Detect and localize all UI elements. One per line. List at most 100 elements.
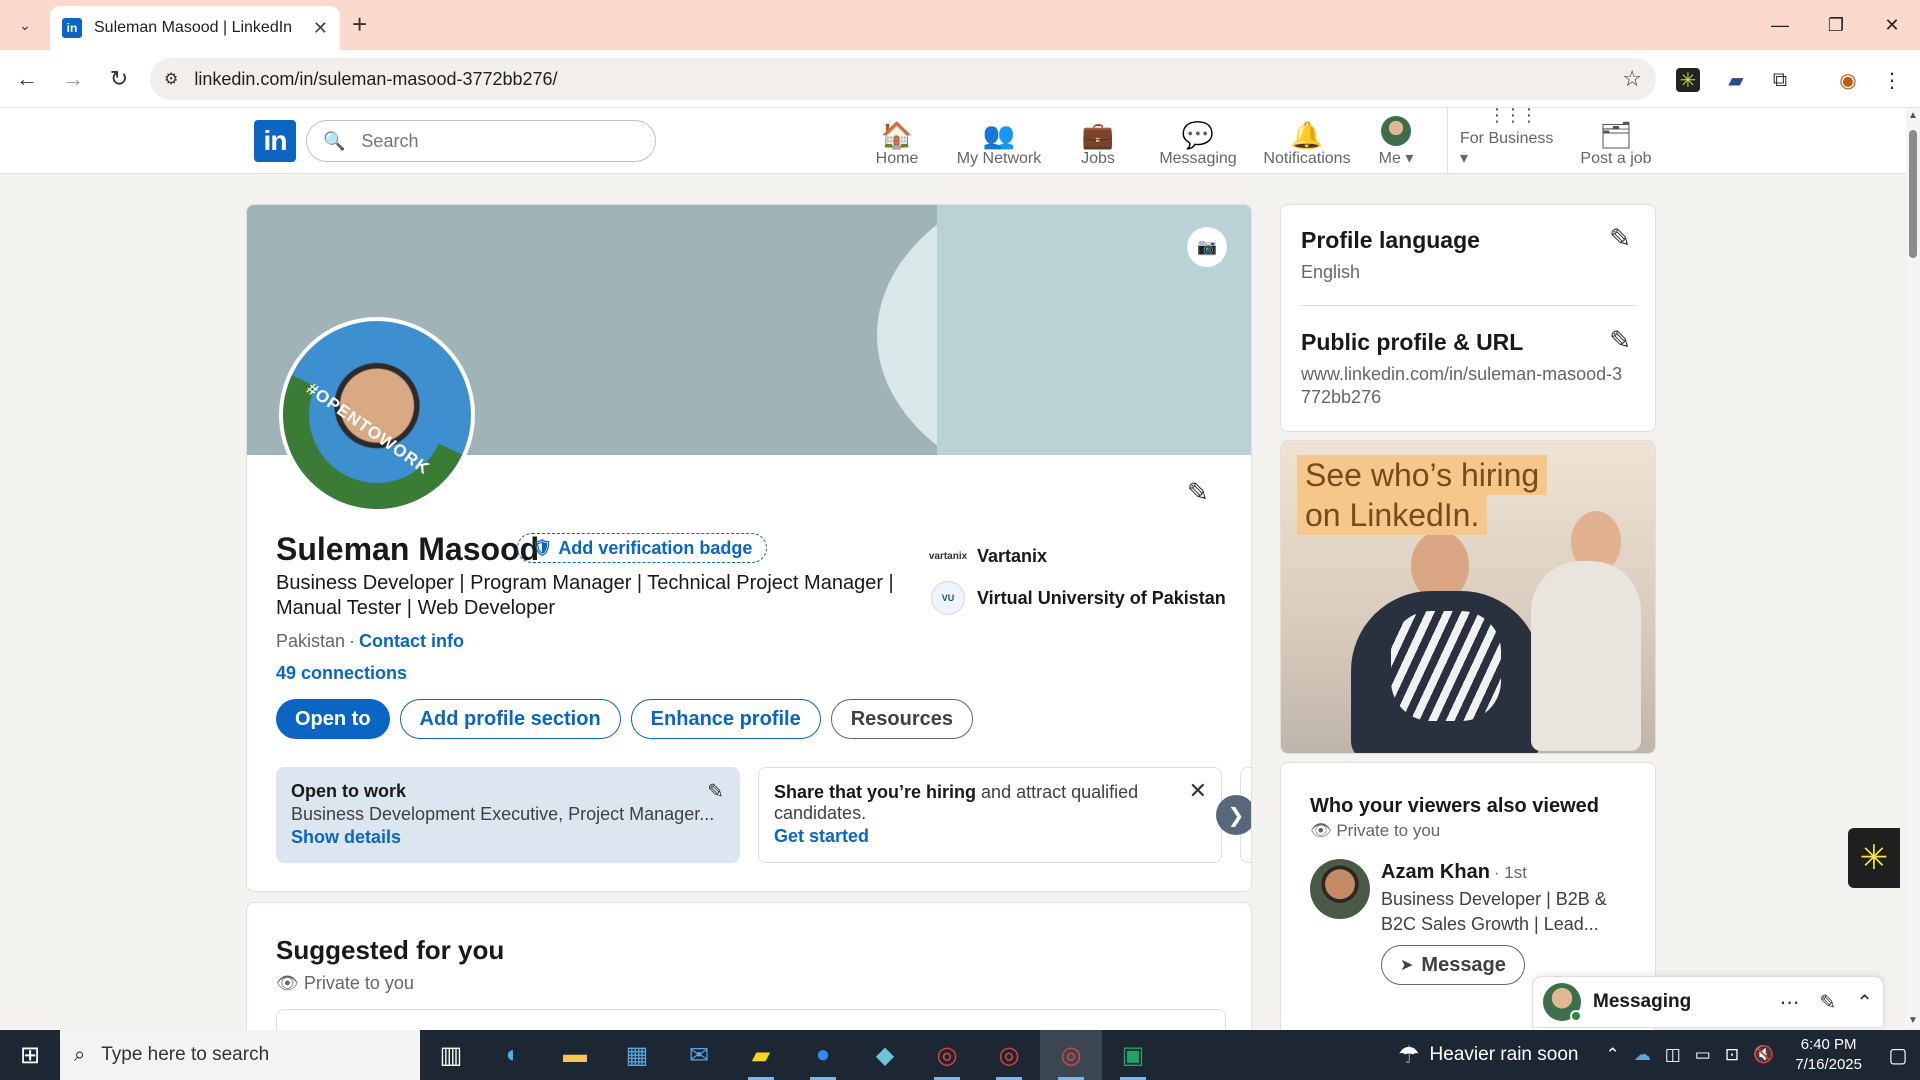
extension-spark-icon[interactable]: ✳ bbox=[1676, 68, 1700, 92]
chevron-up-icon[interactable]: ⌃ bbox=[1856, 990, 1873, 1015]
forward-icon[interactable]: → bbox=[58, 64, 88, 94]
nav-jobs[interactable]: 💼 Jobs bbox=[1076, 116, 1120, 168]
browser-menu-icon[interactable]: ⋮ bbox=[1878, 66, 1906, 94]
open-to-work-box: Open to work Business Development Execut… bbox=[276, 767, 740, 863]
nav-messaging[interactable]: 💬 Messaging bbox=[1156, 116, 1240, 168]
open-to-button[interactable]: Open to bbox=[276, 699, 390, 739]
extension-spark-widget-icon[interactable]: ✳ bbox=[1848, 828, 1900, 888]
close-icon[interactable]: ✕ bbox=[1189, 778, 1207, 804]
viewer-name-line[interactable]: Azam Khan · 1st bbox=[1381, 861, 1527, 884]
microsoft-store-icon[interactable]: ▦ bbox=[606, 1030, 668, 1080]
public-profile-title: Public profile & URL bbox=[1301, 329, 1524, 355]
camera-icon[interactable]: ◫ bbox=[1665, 1045, 1681, 1065]
chevron-up-icon[interactable]: ⌃ bbox=[1605, 1045, 1619, 1065]
scroll-up-icon[interactable]: ▲ bbox=[1908, 110, 1918, 121]
extensions-puzzle-icon[interactable]: ⧉ bbox=[1766, 66, 1794, 94]
linkedin-favicon-icon: in bbox=[62, 18, 82, 38]
site-info-icon[interactable]: ⚙ bbox=[164, 69, 178, 89]
nav-post-a-job[interactable]: 🗂 Post a job bbox=[1580, 116, 1652, 168]
add-profile-section-button[interactable]: Add profile section bbox=[399, 699, 621, 739]
show-details-link[interactable]: Show details bbox=[291, 827, 725, 848]
nav-home[interactable]: 🏠 Home bbox=[872, 116, 922, 168]
browser-tab[interactable]: in Suleman Masood | LinkedIn ✕ bbox=[50, 6, 340, 50]
current-company[interactable]: vartanix Vartanix bbox=[929, 539, 1047, 573]
avatar[interactable] bbox=[1310, 859, 1370, 919]
search-bar[interactable]: 🔍 bbox=[306, 120, 656, 162]
onedrive-icon[interactable]: ☁ bbox=[1634, 1045, 1651, 1065]
weather-widget[interactable]: ☂ Heavier rain soon bbox=[1398, 1041, 1578, 1070]
profile-photo[interactable]: #OPENTOWORK bbox=[279, 317, 475, 513]
add-verification-badge-button[interactable]: 🛡 Add verification badge bbox=[517, 533, 768, 563]
compose-icon[interactable]: ✎ bbox=[1819, 990, 1836, 1015]
chrome-icon[interactable]: ◎ bbox=[978, 1030, 1040, 1080]
task-view-icon[interactable]: ▥ bbox=[420, 1030, 482, 1080]
profile-language-value: English bbox=[1301, 262, 1361, 282]
connections-link[interactable]: 49 connections bbox=[276, 663, 407, 684]
network-icon[interactable]: ⊡ bbox=[1725, 1045, 1739, 1065]
message-button[interactable]: ➤ Message bbox=[1381, 945, 1525, 985]
bookmark-star-icon[interactable]: ☆ bbox=[1622, 66, 1642, 92]
edge-browser-icon[interactable]: ◐ bbox=[482, 1030, 544, 1080]
viewer-name[interactable]: Azam Khan bbox=[1381, 861, 1490, 883]
suggested-title: Suggested for you bbox=[276, 935, 505, 965]
windows-start-icon[interactable]: ⊞ bbox=[0, 1030, 60, 1080]
more-options-icon[interactable]: ⋯ bbox=[1779, 990, 1799, 1015]
profile-icon[interactable]: ◉ bbox=[1834, 66, 1862, 94]
nav-my-network[interactable]: 👥 My Network bbox=[952, 116, 1046, 168]
chrome-icon[interactable]: ◎ bbox=[1040, 1030, 1102, 1080]
profile-top-card: 📷 #OPENTOWORK ✎ Suleman Masood 🛡 Add ver… bbox=[246, 204, 1252, 892]
nav-for-business[interactable]: ⋮⋮⋮ For Business ▾ bbox=[1460, 105, 1564, 168]
school-logo: VU bbox=[931, 581, 965, 615]
viewers-privacy-label: Private to you bbox=[1336, 821, 1441, 840]
ad-headline-line1: See who’s hiring bbox=[1297, 455, 1548, 495]
messaging-overlay-bar[interactable]: Messaging ⋯ ✎ ⌃ bbox=[1532, 976, 1884, 1028]
scrollbar-thumb[interactable] bbox=[1909, 130, 1917, 258]
extension-photo-icon[interactable]: ▰ bbox=[1722, 66, 1750, 94]
address-bar[interactable]: ⚙ linkedin.com/in/suleman-masood-3772bb2… bbox=[150, 58, 1656, 100]
close-tab-icon[interactable]: ✕ bbox=[313, 18, 328, 39]
mail-icon[interactable]: ✉ bbox=[668, 1030, 730, 1080]
reload-icon[interactable]: ↻ bbox=[104, 64, 134, 94]
sticky-notes-icon[interactable]: ▰ bbox=[730, 1030, 792, 1080]
edit-url-pencil-icon[interactable]: ✎ bbox=[1609, 325, 1631, 356]
close-window-icon[interactable]: ✕ bbox=[1864, 0, 1920, 50]
minimize-icon[interactable]: — bbox=[1752, 0, 1808, 50]
notification-center-icon[interactable]: ▢ bbox=[1876, 1043, 1920, 1068]
tab-search-icon[interactable]: ⌄ bbox=[10, 12, 40, 38]
message-button-label: Message bbox=[1421, 953, 1506, 976]
education-school[interactable]: VU Virtual University of Pakistan bbox=[931, 581, 1226, 615]
battery-icon[interactable]: ▭ bbox=[1695, 1045, 1711, 1065]
edit-language-pencil-icon[interactable]: ✎ bbox=[1609, 223, 1631, 254]
scroll-down-icon[interactable]: ▼ bbox=[1908, 1015, 1918, 1026]
back-icon[interactable]: ← bbox=[12, 64, 42, 94]
excel-icon[interactable]: ▣ bbox=[1102, 1030, 1164, 1080]
linkedin-logo-icon[interactable]: in bbox=[254, 120, 296, 162]
volume-muted-icon[interactable]: 🔇 bbox=[1753, 1045, 1774, 1065]
carousel-next-chevron-icon[interactable]: ❯ bbox=[1216, 795, 1251, 835]
resources-button[interactable]: Resources bbox=[830, 699, 973, 739]
get-started-link[interactable]: Get started bbox=[774, 826, 1206, 847]
taskbar-search[interactable]: ⌕ Type here to search bbox=[60, 1030, 420, 1080]
edit-intro-pencil-icon[interactable]: ✎ bbox=[1187, 477, 1209, 508]
app-icon[interactable]: ◆ bbox=[854, 1030, 916, 1080]
viewers-privacy: 👁 Private to you bbox=[1310, 821, 1440, 841]
hiring-ad[interactable]: See who’s hiring on LinkedIn. bbox=[1280, 440, 1656, 754]
nav-notifications[interactable]: 🔔 Notifications bbox=[1252, 116, 1362, 168]
restore-icon[interactable]: ❐ bbox=[1808, 0, 1864, 50]
chrome-icon[interactable]: ◎ bbox=[916, 1030, 978, 1080]
avatar bbox=[1543, 983, 1582, 1022]
clock[interactable]: 6:40 PM 7/16/2025 bbox=[1795, 1035, 1862, 1075]
new-tab-button[interactable]: + bbox=[352, 10, 367, 38]
camera-icon[interactable]: 📷 bbox=[1187, 227, 1227, 267]
contact-info-link[interactable]: Contact info bbox=[359, 631, 464, 651]
page-scrollbar[interactable]: ▲ ▼ bbox=[1906, 108, 1920, 1028]
enhance-profile-button[interactable]: Enhance profile bbox=[630, 699, 821, 739]
url-text[interactable]: linkedin.com/in/suleman-masood-3772bb276… bbox=[194, 69, 1622, 90]
edit-pencil-icon[interactable]: ✎ bbox=[707, 779, 724, 804]
zoom-icon[interactable]: ● bbox=[792, 1030, 854, 1080]
viewers-title: Who your viewers also viewed bbox=[1310, 795, 1599, 817]
nav-me[interactable]: Me ▾ bbox=[1372, 116, 1420, 168]
ad-headline-line2: on LinkedIn. bbox=[1297, 495, 1488, 535]
file-explorer-icon[interactable]: ▬ bbox=[544, 1030, 606, 1080]
search-input[interactable] bbox=[361, 130, 602, 152]
